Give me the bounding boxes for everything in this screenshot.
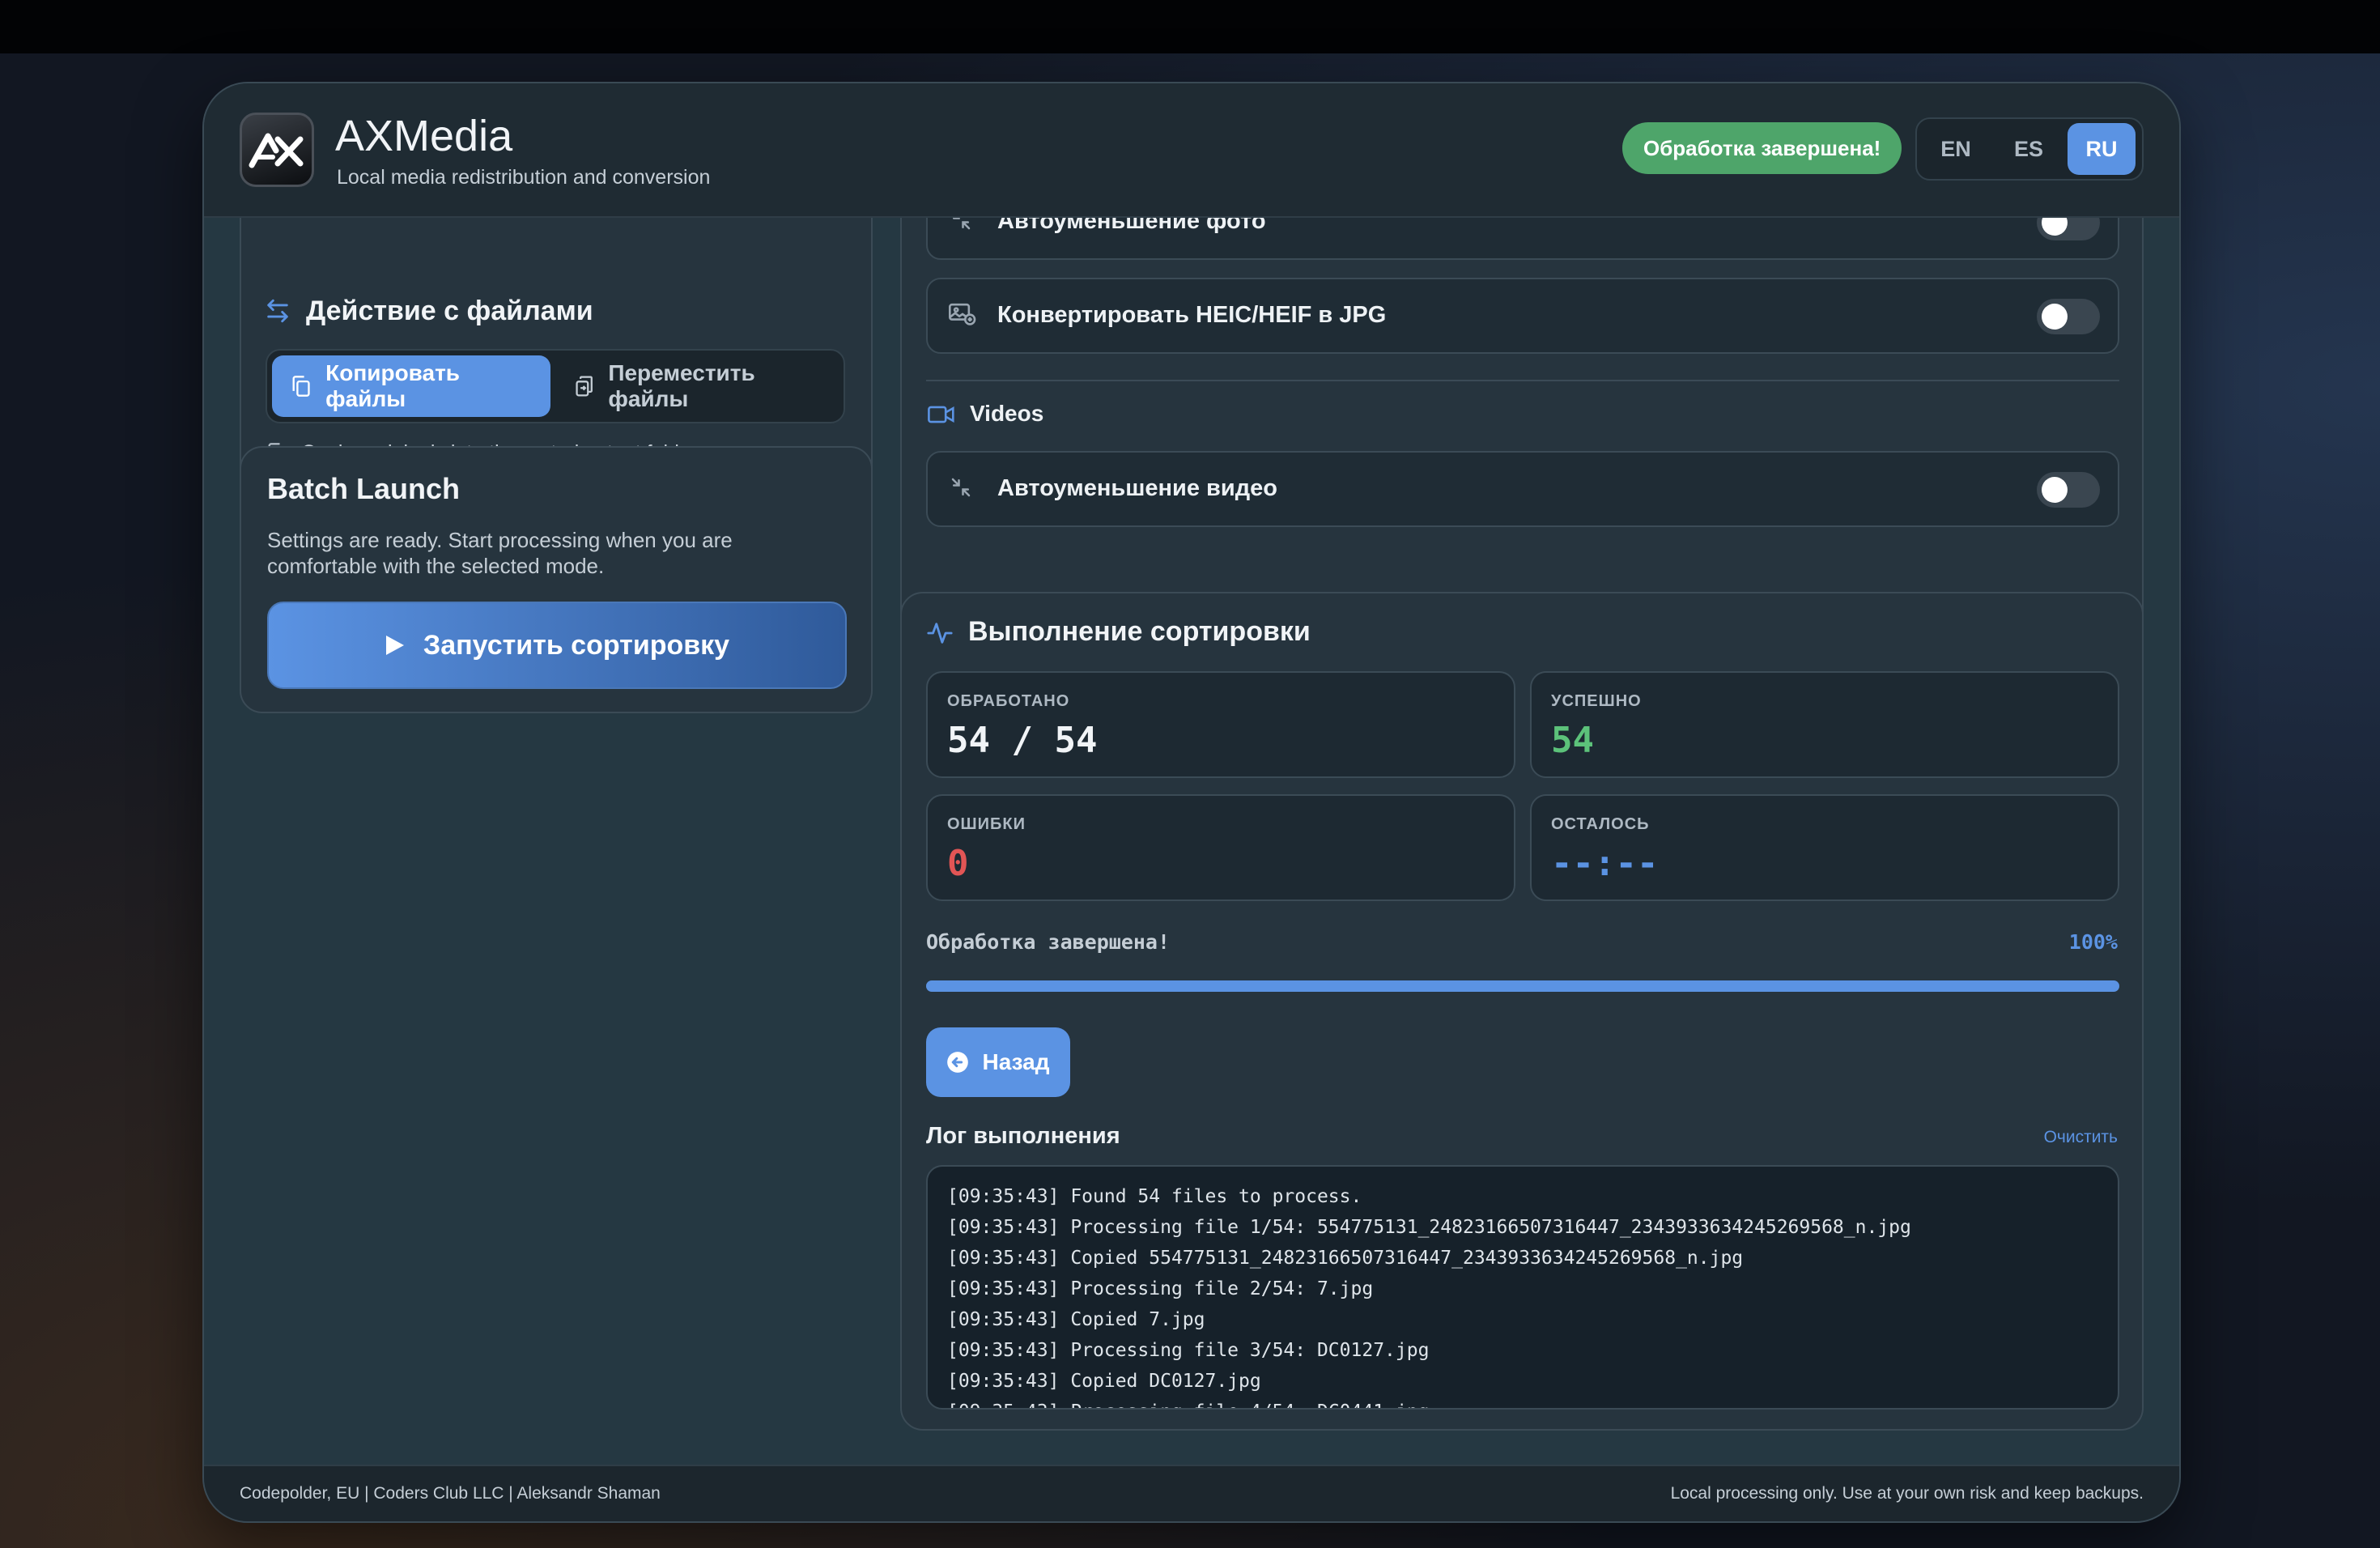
start-sorting-button[interactable]: Запустить сортировку (267, 602, 847, 689)
copy-icon (292, 376, 310, 397)
success-label: УСПЕШНО (1551, 692, 1642, 710)
app-subtitle: Local media redistribution and conversio… (337, 166, 711, 189)
videos-heading: Videos (970, 401, 1044, 426)
footer-credits: Codepolder, EU | Coders Club LLC | Aleks… (240, 1484, 661, 1503)
processed-stat: ОБРАБОТАНО 54 / 54 (926, 671, 1515, 778)
swap-arrows-icon (267, 299, 288, 323)
file-action-selector: Копировать файлы Переместить файлы (266, 349, 845, 423)
log-line: [09:35:43] Processing file 4/54: DC0441.… (947, 1397, 1911, 1408)
toggle-knob (2042, 304, 2068, 330)
copy-files-button[interactable]: Копировать файлы (272, 355, 550, 417)
heic-convert-option: Конвертировать HEIC/HEIF в JPG (926, 278, 2119, 354)
language-ru-button[interactable]: RU (2068, 123, 2136, 175)
file-action-title: Действие с файлами (306, 296, 593, 326)
progress-status-text: Обработка завершена! (926, 930, 1171, 954)
log-line: [09:35:43] Processing file 3/54: DC0127.… (947, 1340, 1430, 1361)
log-line: [09:35:43] Copied DC0127.jpg (947, 1371, 1261, 1392)
processed-value: 54 / 54 (947, 720, 1098, 761)
options-divider (926, 380, 2119, 381)
footer-disclaimer: Local processing only. Use at your own r… (1670, 1484, 2144, 1503)
start-sorting-label: Запустить сортировку (423, 629, 730, 661)
batch-launch-text: Settings are ready. Start processing whe… (267, 528, 733, 578)
language-en-button[interactable]: EN (1922, 123, 1990, 175)
video-shrink-label: Автоуменьшение видео (997, 475, 1277, 501)
back-button[interactable]: Назад (926, 1027, 1070, 1097)
video-shrink-toggle[interactable] (2037, 472, 2100, 508)
batch-launch-title: Batch Launch (267, 472, 461, 505)
progress-percent: 100% (2068, 930, 2118, 954)
log-lines: [09:35:43] Found 54 files to process. [09… (947, 1181, 1911, 1408)
app-logo (240, 113, 314, 187)
progress-bar-track (926, 980, 2119, 992)
remaining-label: ОСТАЛОСЬ (1551, 815, 1650, 833)
app-header: AXMedia Local media redistribution and c… (204, 83, 2179, 218)
success-stat: УСПЕШНО 54 (1530, 671, 2119, 778)
log-output[interactable]: [09:35:43] Found 54 files to process. [09… (926, 1165, 2119, 1410)
back-arrow-icon (947, 1052, 969, 1073)
log-line: [09:35:43] Copied 7.jpg (947, 1309, 1205, 1330)
activity-pulse-icon (927, 623, 953, 644)
toggle-knob (2042, 477, 2068, 503)
success-value: 54 (1551, 720, 1594, 761)
errors-label: ОШИБКИ (947, 815, 1026, 833)
log-title: Лог выполнения (926, 1123, 1120, 1149)
top-bar (0, 0, 2380, 53)
video-shrink-option: Автоуменьшение видео (926, 451, 2119, 527)
progress-panel: Выполнение сортировки ОБРАБОТАНО 54 / 54… (900, 592, 2144, 1431)
log-line: [09:35:43] Copied 554775131_248231665073… (947, 1248, 1744, 1269)
heic-convert-label: Конвертировать HEIC/HEIF в JPG (997, 302, 1387, 328)
processed-label: ОБРАБОТАНО (947, 692, 1070, 710)
app-footer: Codepolder, EU | Coders Club LLC | Aleks… (204, 1465, 2179, 1521)
ax-logo-icon (249, 133, 304, 168)
move-files-button[interactable]: Переместить файлы (555, 355, 839, 417)
log-line: [09:35:43] Processing file 2/54: 7.jpg (947, 1278, 1374, 1299)
video-camera-icon (928, 406, 954, 423)
status-badge: Обработка завершена! (1622, 122, 1902, 174)
progress-title: Выполнение сортировки (968, 616, 1311, 647)
image-convert-icon (949, 303, 976, 325)
log-line: [09:35:43] Processing file 1/54: 5547751… (947, 1217, 1911, 1238)
heic-convert-toggle[interactable] (2037, 299, 2100, 334)
shrink-icon (951, 478, 971, 497)
play-icon (385, 636, 404, 655)
app-window: AXMedia Local media redistribution and c… (202, 82, 2181, 1523)
back-label: Назад (982, 1049, 1050, 1074)
language-es-button[interactable]: ES (1995, 123, 2063, 175)
move-files-label: Переместить файлы (608, 360, 755, 411)
move-icon (576, 376, 593, 397)
clear-log-button[interactable]: Очистить (2044, 1128, 2118, 1147)
app-title: AXMedia (335, 112, 513, 160)
errors-value: 0 (947, 843, 969, 884)
progress-bar-fill (926, 980, 2119, 992)
language-switcher: EN ES RU (1915, 117, 2144, 181)
log-line: [09:35:43] Found 54 files to process. (947, 1186, 1362, 1207)
errors-stat: ОШИБКИ 0 (926, 794, 1515, 901)
remaining-stat: ОСТАЛОСЬ --:-- (1530, 794, 2119, 901)
batch-launch-panel: Batch Launch Settings are ready. Start p… (240, 446, 873, 713)
copy-files-label: Копировать файлы (325, 360, 461, 411)
remaining-value: --:-- (1551, 843, 1659, 884)
options-panel: Автоуменьшение фото Конвертировать HEIC/… (900, 184, 2144, 645)
